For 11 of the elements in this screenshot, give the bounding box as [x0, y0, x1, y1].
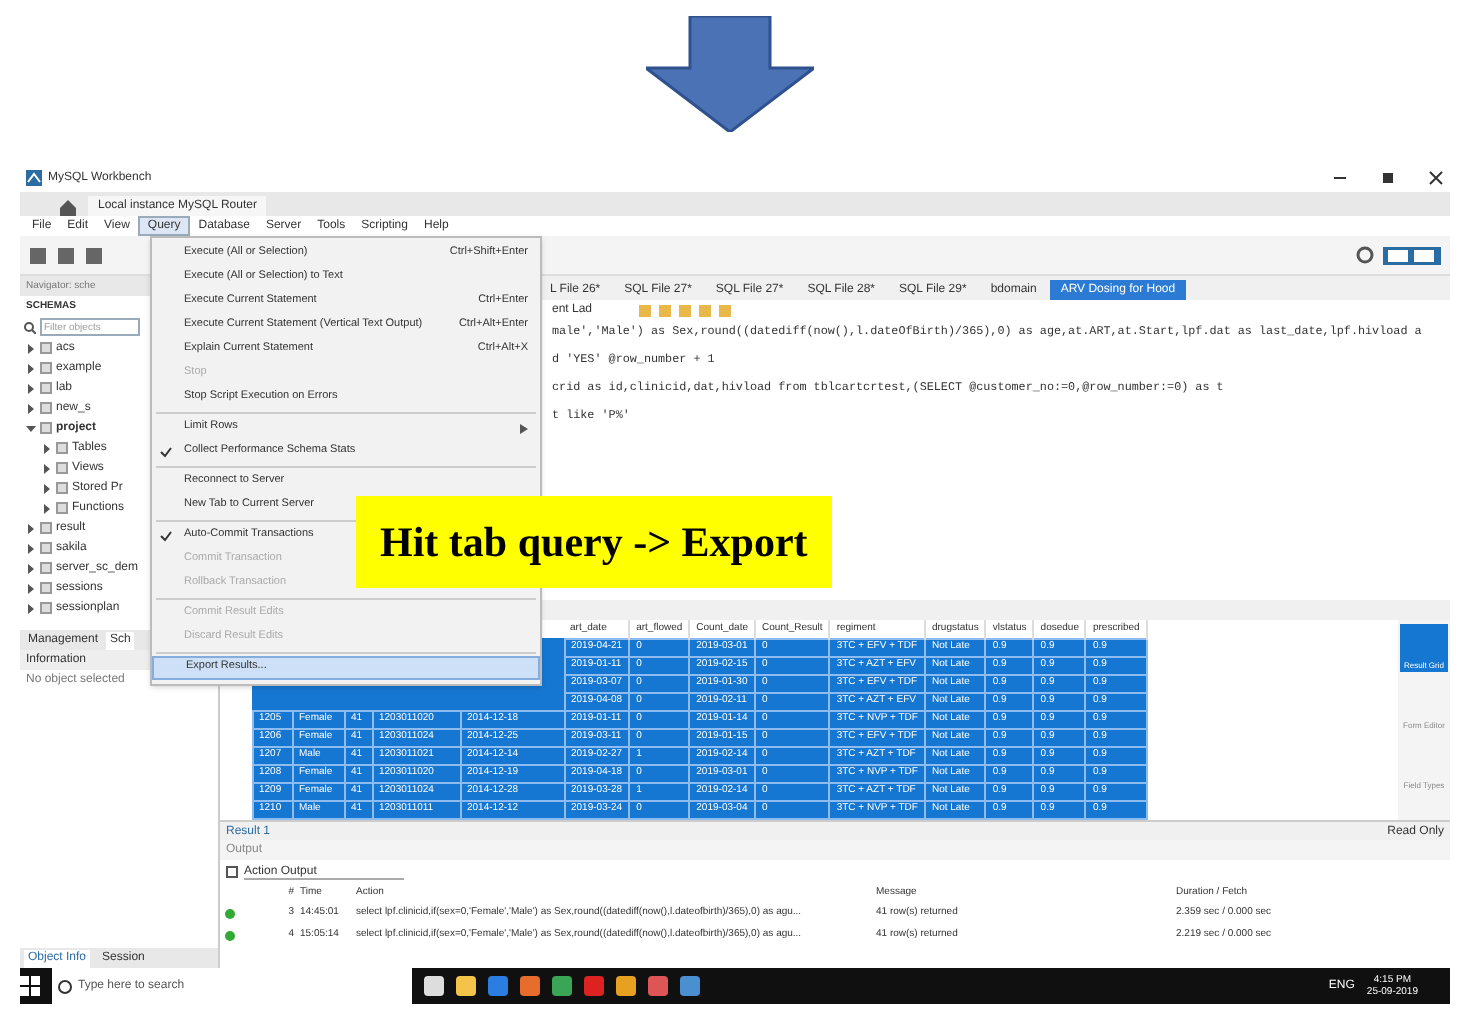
restore-icon — [1380, 170, 1396, 186]
down-arrow-icon — [645, 16, 813, 132]
check-icon — [160, 530, 172, 542]
settings-icon — [1356, 246, 1374, 264]
windows-start-icon — [20, 976, 40, 996]
close-icon — [1428, 170, 1444, 186]
callout-tooltip: Hit tab query -> Export — [356, 496, 832, 588]
submenu-arrow-icon — [520, 423, 528, 433]
app-icon — [26, 170, 42, 186]
check-icon — [160, 446, 172, 458]
layout-toggle-icon — [1382, 245, 1442, 265]
